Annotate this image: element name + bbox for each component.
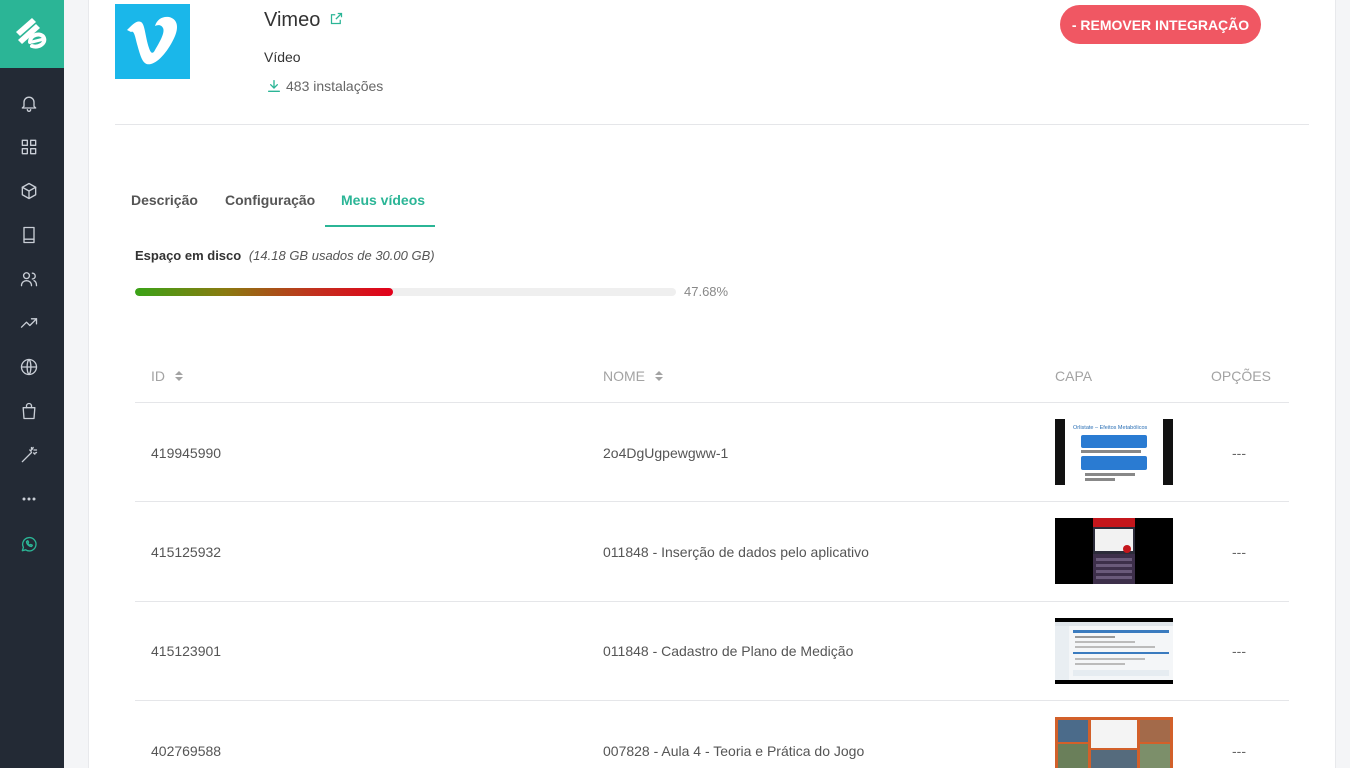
- disk-progress-fill: [135, 288, 393, 296]
- table-row-id: 415123901: [151, 643, 222, 659]
- table-row-id: 415125932: [151, 544, 222, 560]
- sort-icon[interactable]: [655, 371, 663, 381]
- table-row-divider: [135, 601, 1289, 602]
- disk-usage-label: Espaço em disco (14.18 GB usados de 30.0…: [135, 248, 435, 263]
- table-row-divider: [135, 700, 1289, 701]
- app-category: Vídeo: [264, 49, 301, 65]
- app-title: Vimeo: [264, 9, 344, 32]
- sort-icon[interactable]: [175, 371, 183, 381]
- table-row-divider: [135, 501, 1289, 502]
- app-title-text: Vimeo: [264, 9, 321, 31]
- column-header-name[interactable]: NOME: [603, 368, 663, 384]
- disk-progress-bar: [135, 288, 676, 296]
- bell-icon[interactable]: [16, 90, 42, 116]
- header-divider: [115, 124, 1309, 125]
- brand-logo-icon: [16, 18, 47, 49]
- vimeo-icon: [126, 16, 177, 64]
- video-thumbnail[interactable]: Orlistate – Efeitos Metabólicos: [1055, 419, 1173, 485]
- column-header-id-label: ID: [151, 368, 165, 384]
- cube-icon[interactable]: [16, 178, 42, 204]
- active-tab-indicator: [325, 225, 435, 227]
- magic-wand-icon[interactable]: [16, 442, 42, 468]
- tab-meus-videos[interactable]: Meus vídeos: [341, 192, 425, 208]
- whatsapp-icon[interactable]: [16, 531, 42, 557]
- column-header-cover: CAPA: [1055, 368, 1092, 384]
- column-header-options: OPÇÕES: [1211, 368, 1271, 384]
- book-icon[interactable]: [16, 222, 42, 248]
- external-link-icon[interactable]: [329, 9, 344, 32]
- remove-integration-button[interactable]: - REMOVER INTEGRAÇÃO: [1060, 5, 1261, 44]
- table-row-name[interactable]: 011848 - Inserção de dados pelo aplicati…: [603, 544, 869, 560]
- table-row-id: 419945990: [151, 445, 222, 461]
- video-thumbnail[interactable]: [1055, 518, 1173, 584]
- shopping-bag-icon[interactable]: [16, 398, 42, 424]
- tab-descricao[interactable]: Descrição: [131, 192, 198, 208]
- download-icon: [268, 80, 280, 92]
- video-thumbnail[interactable]: [1055, 717, 1173, 768]
- globe-icon[interactable]: [16, 354, 42, 380]
- column-header-id[interactable]: ID: [151, 368, 183, 384]
- row-options[interactable]: ---: [1232, 643, 1246, 659]
- video-thumbnail[interactable]: [1055, 618, 1173, 684]
- table-row-name[interactable]: 011848 - Cadastro de Plano de Medição: [603, 643, 853, 659]
- more-icon[interactable]: [16, 486, 42, 512]
- app-installs: 483 instalações: [266, 78, 383, 94]
- table-header-divider: [135, 402, 1289, 403]
- disk-label-title: Espaço em disco: [135, 248, 242, 263]
- tab-configuracao[interactable]: Configuração: [225, 192, 315, 208]
- disk-usage-detail: (14.18 GB usados de 30.00 GB): [248, 248, 435, 263]
- trending-up-icon[interactable]: [16, 310, 42, 336]
- installs-count: 483 instalações: [286, 78, 384, 94]
- table-row-name[interactable]: 007828 - Aula 4 - Teoria e Prática do Jo…: [603, 743, 864, 759]
- row-options[interactable]: ---: [1232, 743, 1246, 759]
- table-row-name[interactable]: 2o4DgUgpewgww-1: [603, 445, 728, 461]
- thumbnail-title: Orlistate – Efeitos Metabólicos: [1073, 425, 1148, 431]
- vimeo-logo: [115, 4, 190, 79]
- column-header-options-label: OPÇÕES: [1211, 368, 1271, 384]
- table-row-id: 402769588: [151, 743, 222, 759]
- row-options[interactable]: ---: [1232, 544, 1246, 560]
- row-options[interactable]: ---: [1232, 445, 1246, 461]
- users-icon[interactable]: [16, 266, 42, 292]
- sidebar: [0, 0, 64, 768]
- app-logo[interactable]: [0, 0, 64, 68]
- disk-percent: 47.68%: [684, 284, 729, 299]
- column-header-cover-label: CAPA: [1055, 368, 1093, 384]
- grid-icon[interactable]: [16, 134, 42, 160]
- column-header-name-label: NOME: [603, 368, 645, 384]
